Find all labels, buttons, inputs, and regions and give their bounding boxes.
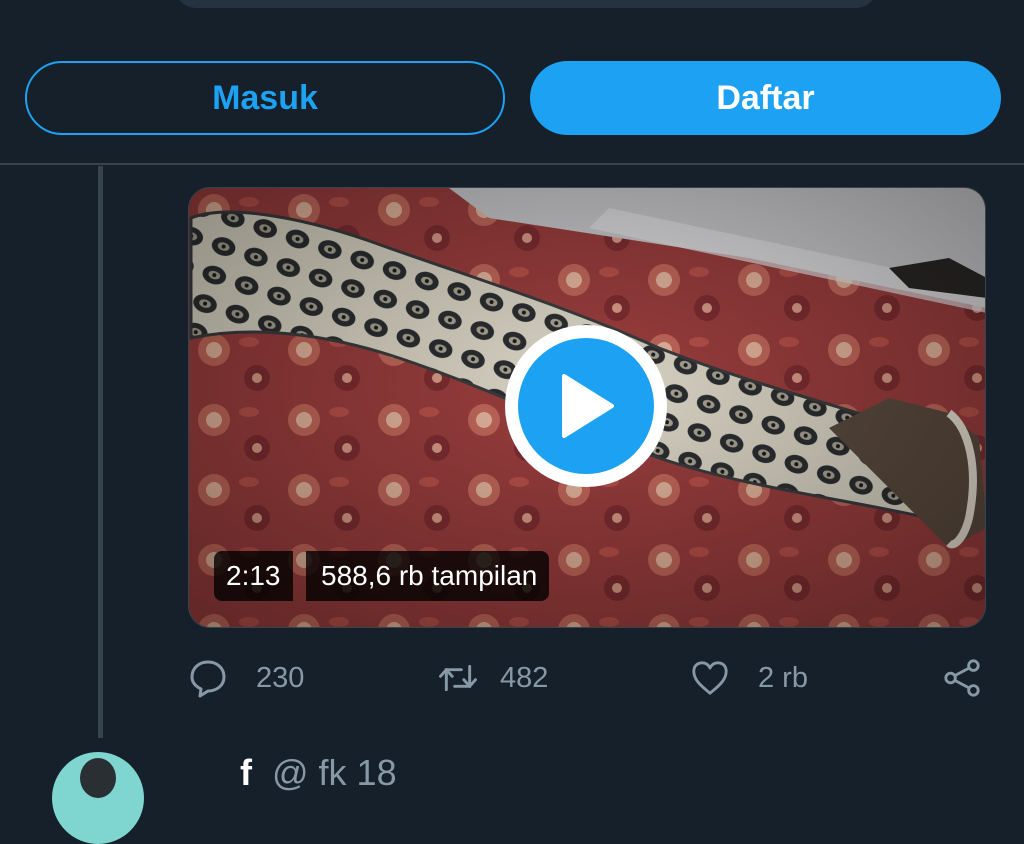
reply-icon [188, 658, 228, 698]
author-name: f [240, 752, 252, 793]
like-count: 2 rb [758, 661, 808, 694]
retweet-action[interactable]: 482 [438, 652, 548, 704]
tweet-actions: 230 482 2 rb [0, 652, 1024, 704]
video-player[interactable]: 2:13 588,6 rb tampilan [188, 187, 986, 628]
play-button[interactable] [505, 325, 667, 487]
reply-action[interactable]: 230 [188, 652, 304, 704]
signup-button[interactable]: Daftar [530, 61, 1001, 135]
login-button[interactable]: Masuk [25, 61, 505, 135]
like-icon [690, 658, 730, 698]
video-views-badge: 588,6 rb tampilan [306, 551, 550, 601]
play-icon [562, 374, 614, 438]
next-tweet-author[interactable]: f @ fk 18 [240, 753, 397, 793]
video-duration-badge: 2:13 [214, 551, 293, 601]
share-action[interactable] [942, 652, 982, 704]
retweet-icon [438, 658, 478, 698]
avatar[interactable] [52, 752, 144, 844]
reply-count: 230 [256, 661, 305, 694]
share-icon [942, 658, 982, 698]
next-tweet[interactable]: f @ fk 18 [0, 745, 1024, 844]
author-handle: @ fk 18 [272, 752, 397, 793]
header-divider [0, 163, 1024, 165]
like-action[interactable]: 2 rb [690, 652, 808, 704]
retweet-count: 482 [500, 661, 549, 694]
search-bar[interactable] [175, 0, 877, 8]
